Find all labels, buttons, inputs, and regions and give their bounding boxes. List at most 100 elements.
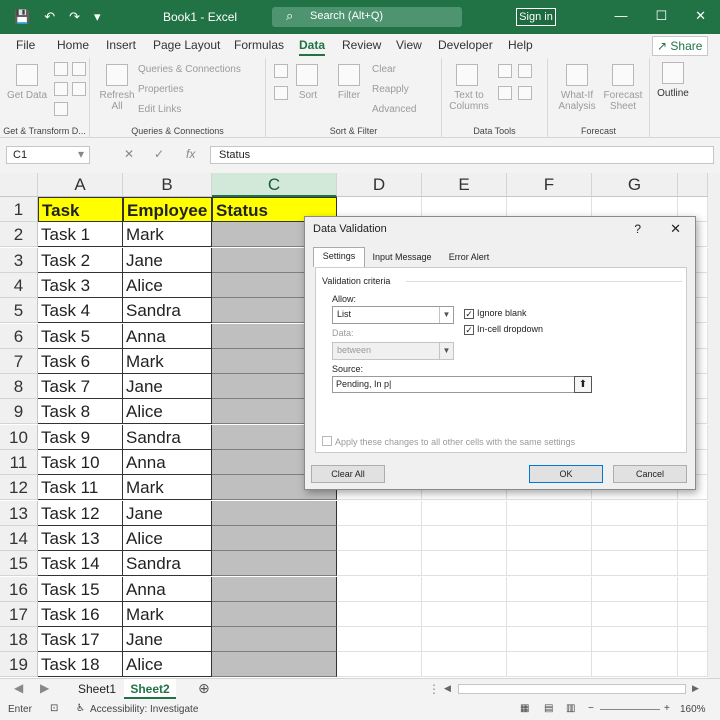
cell-g[interactable] [592, 576, 678, 602]
row-header[interactable]: 11 [0, 450, 38, 475]
text-to-columns-button[interactable]: Text to Columns [446, 90, 492, 112]
row-header[interactable]: 10 [0, 424, 38, 450]
apply-all-checkbox[interactable]: Apply these changes to all other cells w… [322, 436, 575, 447]
column-header-g[interactable]: G [592, 173, 678, 197]
cell-h[interactable] [678, 525, 708, 551]
reapply-button[interactable]: Reapply [372, 84, 438, 95]
cell-a[interactable]: Task 4 [38, 298, 123, 324]
row-header[interactable]: 9 [0, 399, 38, 425]
cell-e[interactable] [422, 500, 507, 526]
advanced-button[interactable]: Advanced [372, 104, 438, 115]
cell-d[interactable] [337, 627, 422, 653]
row-header[interactable]: 2 [0, 222, 38, 248]
normal-view-icon[interactable]: ▦ [520, 703, 529, 714]
zoom-slider[interactable] [600, 709, 660, 710]
cell-g[interactable] [592, 627, 678, 653]
cell-b[interactable]: Jane [123, 374, 212, 400]
cell-h[interactable] [678, 627, 708, 653]
cell-h[interactable] [678, 652, 708, 678]
cell-e[interactable] [422, 525, 507, 551]
cell-h[interactable] [678, 601, 708, 627]
cell-d[interactable] [337, 576, 422, 602]
sign-in-button[interactable]: Sign in [516, 8, 556, 26]
vertical-scrollbar[interactable] [708, 173, 720, 678]
cell-f[interactable] [507, 627, 592, 653]
zoom-in-icon[interactable]: + [664, 703, 670, 714]
refresh-all-button[interactable]: Refresh All [94, 90, 140, 112]
redo-icon[interactable]: ↷ [69, 9, 80, 25]
row-header[interactable]: 4 [0, 272, 38, 298]
cancel-entry-icon[interactable]: ✕ [124, 147, 134, 161]
cell-a[interactable]: Task 3 [38, 272, 123, 298]
tab-settings[interactable]: Settings [313, 247, 365, 267]
cell-b[interactable]: Anna [123, 576, 212, 602]
row-header[interactable]: 6 [0, 323, 38, 349]
cell-b[interactable]: Alice [123, 652, 212, 678]
cell-f[interactable] [507, 601, 592, 627]
cell-g[interactable] [592, 551, 678, 577]
row-header[interactable]: 3 [0, 247, 38, 273]
undo-icon[interactable]: ↶ [44, 9, 55, 25]
column-header-b[interactable]: B [123, 173, 212, 197]
close-icon[interactable]: ✕ [695, 8, 706, 24]
cell-c[interactable] [212, 500, 337, 526]
cell-a[interactable]: Task [38, 197, 123, 222]
row-header[interactable]: 1 [0, 197, 38, 222]
cell-g[interactable] [592, 601, 678, 627]
row-header[interactable]: 12 [0, 475, 38, 501]
in-cell-dropdown-checkbox[interactable]: ✓ In-cell dropdown [464, 324, 543, 335]
cell-c[interactable] [212, 551, 337, 577]
column-header-e[interactable]: E [422, 173, 507, 197]
prev-sheet-icon[interactable]: ◀ [14, 681, 23, 695]
zoom-out-icon[interactable]: − [588, 703, 594, 714]
select-all-corner[interactable] [0, 173, 38, 197]
outline-button[interactable]: Outline [650, 88, 696, 99]
row-header[interactable]: 13 [0, 500, 38, 526]
scroll-left-icon[interactable]: ◀ [444, 683, 451, 694]
zoom-level[interactable]: 160% [680, 704, 706, 715]
filter-button[interactable]: Filter [330, 90, 368, 101]
cell-b[interactable]: Sandra [123, 551, 212, 577]
tab-developer[interactable]: Developer [438, 38, 493, 52]
name-box-dropdown-icon[interactable]: ▾ [78, 147, 84, 161]
tab-error-alert[interactable]: Error Alert [441, 249, 497, 267]
cell-b[interactable]: Sandra [123, 298, 212, 324]
page-break-view-icon[interactable]: ▥ [566, 703, 575, 714]
cell-b[interactable]: Alice [123, 525, 212, 551]
ok-button[interactable]: OK [529, 465, 603, 483]
accessibility-icon[interactable]: ♿ [76, 703, 85, 714]
consolidate-icon[interactable] [518, 86, 532, 100]
minimize-icon[interactable]: — [614, 8, 627, 24]
cell-c[interactable] [212, 652, 337, 678]
cell-a[interactable]: Task 16 [38, 601, 123, 627]
cell-e[interactable] [422, 627, 507, 653]
cell-d[interactable] [337, 652, 422, 678]
horizontal-scrollbar[interactable] [458, 684, 686, 694]
cell-a[interactable]: Task 8 [38, 399, 123, 425]
cell-b[interactable]: Jane [123, 627, 212, 653]
cell-c[interactable] [212, 576, 337, 602]
cell-a[interactable]: Task 7 [38, 374, 123, 400]
tab-home[interactable]: Home [57, 38, 89, 52]
formula-input[interactable]: Status [210, 146, 714, 164]
cell-a[interactable]: Task 10 [38, 450, 123, 475]
cell-d[interactable] [337, 525, 422, 551]
cell-e[interactable] [422, 601, 507, 627]
remove-duplicates-icon[interactable] [498, 86, 512, 100]
sort-za-icon[interactable] [274, 86, 288, 100]
what-if-button[interactable]: What-If Analysis [552, 90, 602, 112]
clear-all-button[interactable]: Clear All [311, 465, 385, 483]
cell-a[interactable]: Task 9 [38, 424, 123, 450]
customize-qat-icon[interactable]: ▾ [94, 9, 101, 25]
tab-insert[interactable]: Insert [106, 38, 136, 52]
cell-b[interactable]: Alice [123, 399, 212, 425]
sheet-tab-sheet2[interactable]: Sheet2 [124, 679, 176, 699]
cell-f[interactable] [507, 551, 592, 577]
cell-f[interactable] [507, 525, 592, 551]
page-layout-view-icon[interactable]: ▤ [544, 703, 553, 714]
row-header[interactable]: 18 [0, 627, 38, 653]
accessibility-status[interactable]: Accessibility: Investigate [90, 704, 198, 715]
cell-f[interactable] [507, 652, 592, 678]
sheet-tab-sheet1[interactable]: Sheet1 [74, 679, 120, 699]
column-header-h-partial[interactable] [678, 173, 708, 197]
